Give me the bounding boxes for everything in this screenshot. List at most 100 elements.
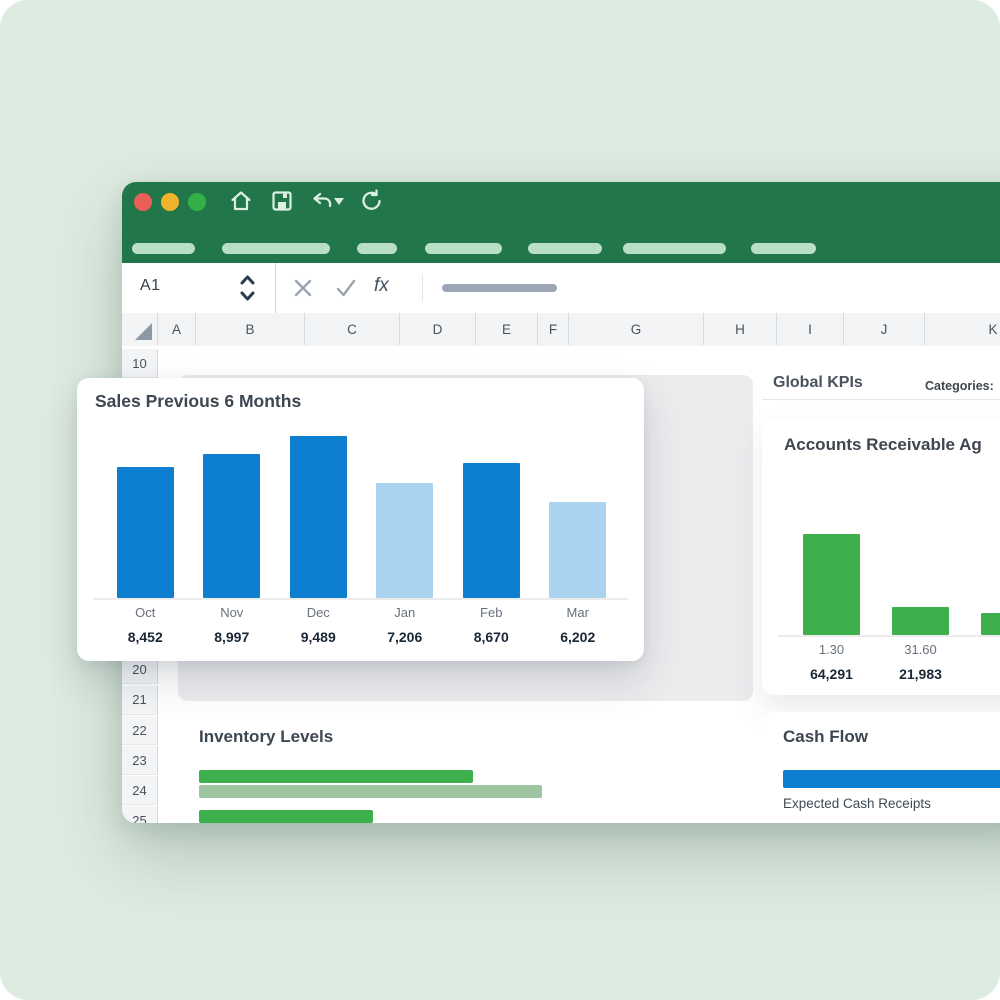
sales-chart-card[interactable]: Sales Previous 6 Months OctNovDecJanFebM… [77,378,644,661]
chart-category-label: 1.30 [787,642,876,657]
select-all-corner[interactable] [122,313,158,345]
column-header-B[interactable]: B [196,313,305,345]
kpi-section-title: Global KPIs [773,374,863,392]
chart-category-label: Nov [189,605,276,620]
cell-stepper-icon[interactable] [240,274,255,302]
row-header-21[interactable]: 21 [122,686,158,715]
chart-categories: OctNovDecJanFebMar [102,605,621,620]
name-box-divider [275,263,276,313]
page-background: A1 fx [0,0,1000,1000]
chart-value-label: 8,670 [448,629,535,645]
chart-bar [290,436,347,598]
ar-axis-line [778,635,1000,637]
inventory-levels-card[interactable]: Inventory Levels [181,712,745,823]
ribbon-tab-placeholder[interactable] [751,243,816,254]
cash-flow-title: Cash Flow [783,727,868,747]
chart-category-label: Feb [448,605,535,620]
cash-flow-card[interactable]: Cash Flow Expected Cash Receipts [763,712,1000,823]
kpi-divider [762,399,1000,400]
traffic-light-minimize[interactable] [161,193,179,211]
column-header-C[interactable]: C [305,313,400,345]
column-header-G[interactable]: G [569,313,704,345]
chart-bars [102,378,621,598]
ribbon-tab-placeholder[interactable] [528,243,602,254]
traffic-light-zoom[interactable] [188,193,206,211]
chart-bar [892,607,949,635]
chart-values: 8,4528,9979,4897,2068,6706,202 [102,629,621,645]
chart-column [275,378,362,598]
undo-caret-icon[interactable] [334,198,344,205]
chart-category-label: Dec [275,605,362,620]
formula-placeholder-line [442,284,557,292]
categories-label: Categories: [925,379,994,393]
chart-value-label: 8,997 [189,629,276,645]
chart-bar [376,483,433,598]
traffic-light-close[interactable] [134,193,152,211]
chart-value-label: 7,206 [362,629,449,645]
chart-bar [803,534,860,635]
chart-column [876,420,965,635]
column-header-I[interactable]: I [777,313,844,345]
row-header-23[interactable]: 23 [122,746,158,775]
inventory-bar [199,785,542,798]
cash-flow-bar [783,770,1000,788]
cash-flow-bar-label: Expected Cash Receipts [783,796,931,811]
chart-value-label: 8,452 [102,629,189,645]
row-header-22[interactable]: 22 [122,716,158,745]
select-all-triangle-icon [135,323,152,340]
chart-category-label: Mar [535,605,622,620]
chart-value-label: 21,983 [876,666,965,682]
chart-category-label: 31.60 [876,642,965,657]
redo-icon[interactable] [360,189,384,213]
chart-column [448,378,535,598]
home-icon[interactable] [229,189,253,213]
row-header-24[interactable]: 24 [122,776,158,805]
save-icon[interactable] [270,189,294,213]
ribbon-tab-placeholder[interactable] [425,243,502,254]
column-header-A[interactable]: A [158,313,196,345]
chart-column [535,378,622,598]
insert-function-button[interactable]: fx [374,275,389,297]
chart-category-label: Jan [362,605,449,620]
chart-bar [549,502,606,598]
chart-category-label: 61 [965,642,1000,657]
chart-value-label: 6,202 [535,629,622,645]
chart-bar [203,454,260,598]
cancel-icon[interactable] [292,277,314,299]
chart-column [965,420,1000,635]
chart-values: 64,29121,98318 [787,666,1000,682]
chart-column [102,378,189,598]
confirm-icon[interactable] [334,277,358,299]
undo-icon[interactable] [309,189,335,213]
ribbon-tab-placeholder[interactable] [357,243,397,254]
column-header-D[interactable]: D [400,313,476,345]
inventory-levels-title: Inventory Levels [199,727,333,747]
name-box[interactable]: A1 [140,277,161,295]
column-header-K[interactable]: K [925,313,1000,345]
ribbon-tab-placeholder[interactable] [132,243,195,254]
column-header-F[interactable]: F [538,313,569,345]
chart-column [189,378,276,598]
sales-axis-line [93,598,628,600]
row-header-10[interactable]: 10 [122,349,158,378]
ribbon-tab-placeholder[interactable] [623,243,726,254]
chart-value-label: 18 [965,666,1000,682]
chart-column [787,420,876,635]
accounts-receivable-card[interactable]: Accounts Receivable Ag 1.3031.606164,291… [762,420,1000,695]
formula-divider [422,275,423,301]
row-header-25[interactable]: 25 [122,806,158,823]
column-header-H[interactable]: H [704,313,777,345]
chart-category-label: Oct [102,605,189,620]
chart-categories: 1.3031.6061 [787,642,1000,657]
column-header-E[interactable]: E [476,313,538,345]
formula-bar: A1 fx [122,263,1000,314]
chart-bar [463,463,520,598]
chart-bar [981,613,1000,635]
column-headers: ABCDEFGHIJK [122,313,1000,347]
column-header-J[interactable]: J [844,313,925,345]
chart-value-label: 9,489 [275,629,362,645]
chart-bars [787,420,1000,635]
ribbon-tab-placeholder[interactable] [222,243,330,254]
window-titlebar [122,182,1000,263]
chart-value-label: 64,291 [787,666,876,682]
